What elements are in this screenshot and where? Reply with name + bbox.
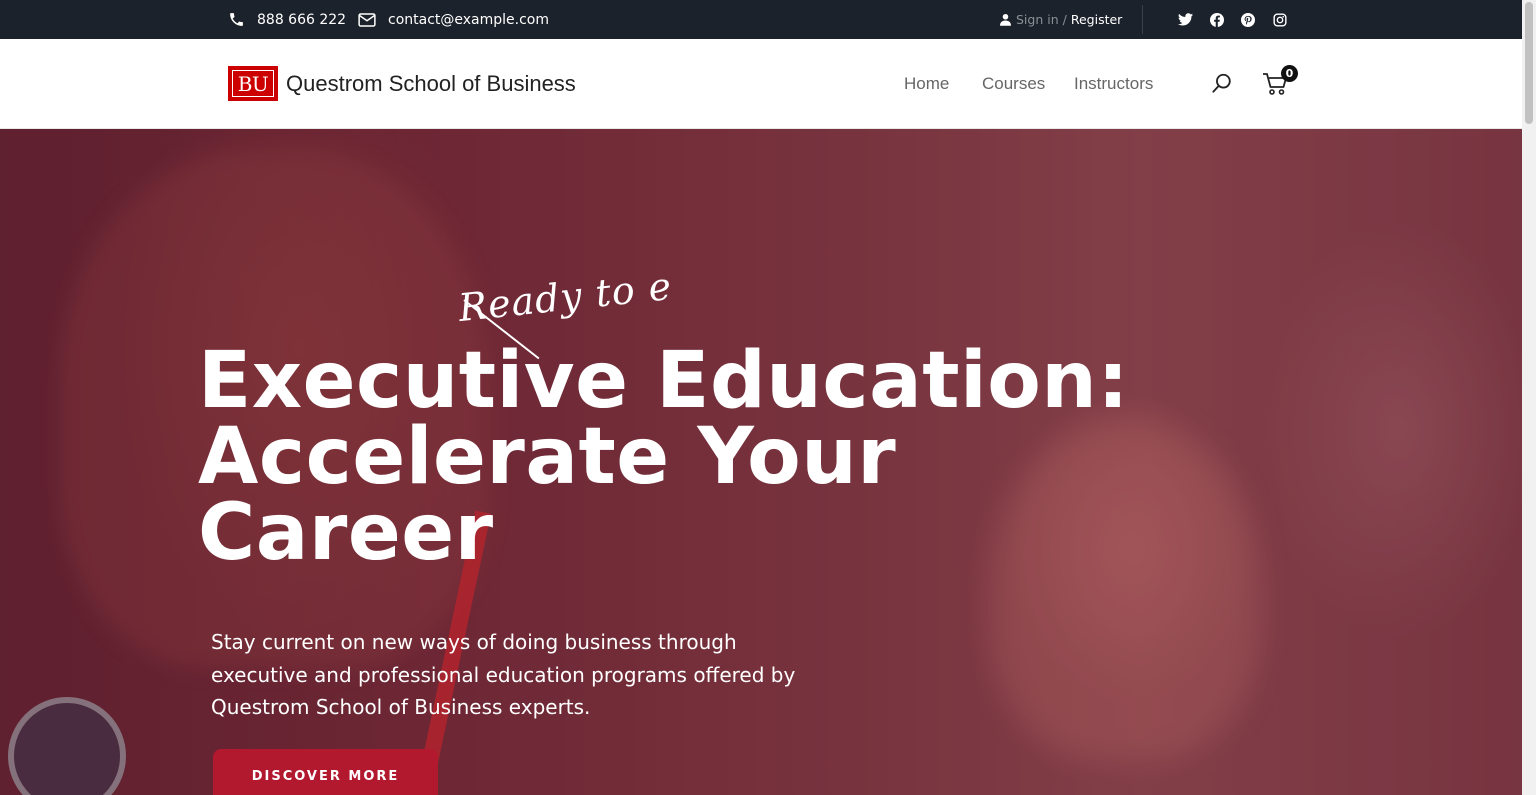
- logo-mark-text: BU: [237, 71, 269, 96]
- topbar-divider: [1142, 5, 1143, 34]
- envelope-icon: [358, 12, 376, 27]
- site-header: BU Questrom School of Business Home Cour…: [0, 39, 1522, 129]
- headline-line-1: Executive Education:: [198, 336, 1130, 426]
- twitter-icon[interactable]: [1177, 0, 1193, 39]
- account-links: Sign in / Register: [1000, 0, 1122, 39]
- page-scrollbar[interactable]: [1522, 0, 1536, 795]
- sign-in-link[interactable]: Sign in: [1016, 12, 1059, 27]
- nav-courses[interactable]: Courses: [982, 74, 1045, 94]
- email-contact[interactable]: contact@example.com: [358, 0, 549, 39]
- nav-home[interactable]: Home: [904, 74, 949, 94]
- logo-text: Questrom School of Business: [286, 70, 576, 96]
- phone-contact[interactable]: 888 666 222: [228, 0, 346, 39]
- phone-number: 888 666 222: [257, 11, 347, 28]
- search-icon[interactable]: [1211, 72, 1233, 98]
- headline-line-3: Career: [198, 488, 494, 578]
- site-logo[interactable]: BU Questrom School of Business: [228, 66, 576, 101]
- register-link[interactable]: Register: [1071, 12, 1122, 27]
- discover-more-button[interactable]: DISCOVER MORE: [213, 749, 438, 795]
- cart-count-badge: 0: [1281, 65, 1298, 82]
- phone-icon: [230, 13, 243, 26]
- hero-section: Ready to e Executive Education: Accelera…: [0, 129, 1522, 795]
- facebook-icon[interactable]: [1209, 0, 1225, 39]
- nav-instructors[interactable]: Instructors: [1074, 74, 1153, 94]
- pinterest-icon[interactable]: [1240, 0, 1256, 39]
- hero-headline: Executive Education: Accelerate Your Car…: [198, 336, 1158, 578]
- top-bar: 888 666 222 contact@example.com Sign in …: [0, 0, 1522, 39]
- logo-mark: BU: [228, 66, 278, 101]
- account-separator: /: [1062, 12, 1067, 27]
- headline-line-2: Accelerate Your: [198, 412, 897, 502]
- scrollbar-thumb[interactable]: [1525, 2, 1533, 124]
- hero-subtext: Stay current on new ways of doing busine…: [211, 630, 796, 719]
- instagram-icon[interactable]: [1272, 0, 1288, 39]
- user-icon: [1000, 14, 1011, 26]
- email-address: contact@example.com: [388, 11, 549, 28]
